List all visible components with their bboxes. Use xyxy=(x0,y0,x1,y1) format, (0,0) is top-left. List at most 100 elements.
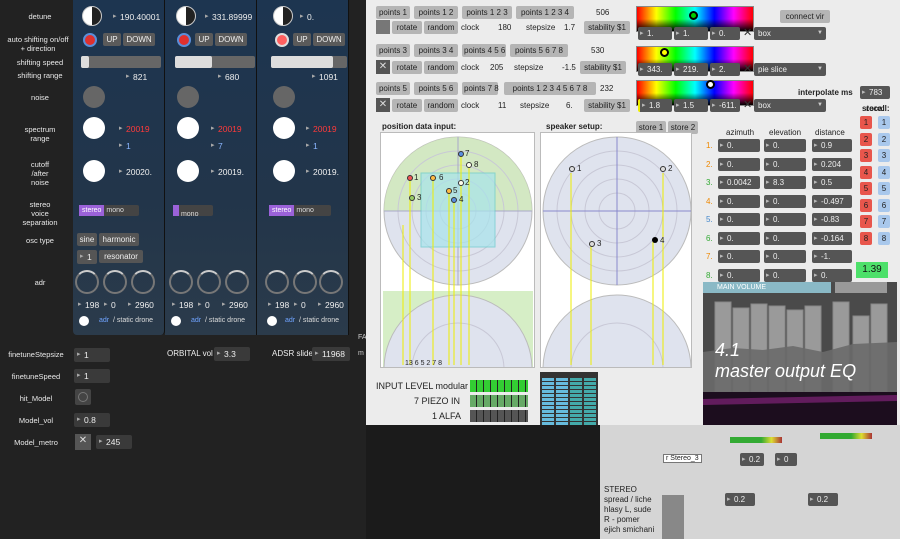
speaker-elevation[interactable]: 0. xyxy=(764,139,806,152)
down-button[interactable]: DOWN xyxy=(313,33,345,46)
patch-value-2[interactable]: 0 xyxy=(775,453,797,466)
spectrum-value-2[interactable]: 7 xyxy=(208,139,238,153)
patch-slider[interactable] xyxy=(662,495,684,539)
speaker-panel[interactable]: 1 2 3 4 xyxy=(540,132,692,368)
release-value[interactable]: 2960 xyxy=(219,298,249,312)
speaker-distance[interactable]: 0.204 xyxy=(812,157,852,171)
position-points[interactable]: 7 8 1 6 2 5 3 4 xyxy=(381,133,534,293)
stereo-mono-toggle[interactable]: stereo mono xyxy=(79,205,139,216)
cutoff-dial[interactable] xyxy=(83,160,105,182)
shape-select-3[interactable]: box xyxy=(754,99,826,112)
speaker-azimuth[interactable]: 0. xyxy=(718,213,760,226)
points-button[interactable]: points 1 2 xyxy=(414,6,458,19)
color-row3-c[interactable]: -611. xyxy=(710,99,740,112)
osc-harmonic[interactable]: harmonic xyxy=(99,233,139,246)
random-button-2[interactable]: random xyxy=(424,61,458,74)
store-slot-button[interactable]: 1 xyxy=(860,116,872,129)
adsr-slide-value[interactable]: 11968 xyxy=(312,347,350,361)
close-icon[interactable]: ✕ xyxy=(743,26,752,39)
point-8[interactable] xyxy=(466,162,472,168)
finetune-speed-value[interactable]: 1 xyxy=(74,369,110,383)
speaker-elevation[interactable]: 0. xyxy=(764,157,806,171)
stability-button-2[interactable]: stability $1 xyxy=(580,61,626,74)
point-4[interactable] xyxy=(451,197,457,203)
cutoff-value[interactable]: 20019. xyxy=(303,165,348,179)
points-button[interactable]: points 1 2 3 xyxy=(462,6,512,19)
recall-slot-button[interactable]: 3 xyxy=(878,149,890,162)
attack-knob[interactable] xyxy=(265,270,289,294)
store-slot-button[interactable]: 5 xyxy=(860,182,872,195)
shape-select-2[interactable]: pie slice xyxy=(754,63,826,76)
store-slot-button[interactable]: 2 xyxy=(860,132,872,146)
stereo-mono-toggle[interactable]: mono xyxy=(173,205,213,218)
finetune-stepsize-value[interactable]: 1 xyxy=(74,348,110,362)
up-button[interactable]: UP xyxy=(293,33,311,46)
color-picker-handle-3[interactable] xyxy=(706,80,715,89)
stereo-object[interactable]: r Stereo_3 xyxy=(663,454,702,463)
stepsize-value-2[interactable]: -1.5 xyxy=(562,63,576,72)
stereo-option[interactable]: stereo xyxy=(79,205,105,216)
shifting-speed-slider[interactable] xyxy=(175,56,255,68)
color-row3-b[interactable]: 1.5 xyxy=(674,99,708,112)
spectrum-dial[interactable] xyxy=(83,117,105,139)
random-button-1[interactable]: random xyxy=(424,21,458,34)
attack-value[interactable]: 198 xyxy=(265,298,289,312)
release-knob[interactable] xyxy=(131,270,155,294)
random-button-3[interactable]: random xyxy=(424,99,458,112)
point-7[interactable] xyxy=(458,151,464,157)
shifting-speed-slider[interactable] xyxy=(271,56,347,68)
speaker-distance[interactable]: 0.5 xyxy=(812,176,852,189)
rotate-toggle-3[interactable]: ✕ xyxy=(376,98,390,112)
model-vol-value[interactable]: 0.8 xyxy=(74,413,110,427)
speaker-elevation[interactable]: 8.3 xyxy=(764,176,806,189)
auto-shift-toggle[interactable] xyxy=(275,33,289,47)
speaker-azimuth[interactable]: 0.0042 xyxy=(718,176,760,189)
clock-value-3[interactable]: 11 xyxy=(498,101,506,110)
shifting-range-value[interactable]: 680 xyxy=(215,70,251,84)
mono-option[interactable]: mono xyxy=(106,207,124,214)
points-button[interactable]: points 5 6 xyxy=(414,82,458,95)
eq-panel[interactable]: MAIN VOLUME 4.1 master output EQ xyxy=(703,282,897,425)
model-metro-value[interactable]: 245 xyxy=(96,435,132,449)
hit-model-button[interactable] xyxy=(75,389,91,405)
decay-value[interactable]: 0 xyxy=(101,298,125,312)
color-row2-c[interactable]: 2. xyxy=(710,63,740,76)
osc-number[interactable]: 1 xyxy=(77,250,97,264)
speaker-azimuth[interactable]: 0. xyxy=(718,268,760,282)
detune-dial[interactable] xyxy=(176,6,196,26)
speaker-distance[interactable]: -1. xyxy=(812,250,852,263)
noise-knob[interactable] xyxy=(83,86,105,108)
down-button[interactable]: DOWN xyxy=(123,33,155,46)
points-button[interactable]: points 3 xyxy=(376,44,410,57)
store-slot-button[interactable]: 4 xyxy=(860,165,872,179)
point-2[interactable] xyxy=(458,180,464,186)
decay-value[interactable]: 0 xyxy=(291,298,315,312)
detune-value[interactable]: 190.40001 xyxy=(110,10,162,24)
point-5[interactable] xyxy=(446,188,452,194)
cutoff-dial[interactable] xyxy=(273,160,295,182)
release-knob[interactable] xyxy=(225,270,249,294)
position-panel[interactable]: 7 8 1 6 2 5 3 4 13 6 5 2 7 8 xyxy=(380,132,535,368)
color-row3-a[interactable]: 1.8 xyxy=(638,99,672,112)
color-picker-handle-2[interactable] xyxy=(660,48,669,57)
spectrum-value-2[interactable]: 1 xyxy=(303,139,333,153)
color-row1-c[interactable]: 0. xyxy=(710,27,740,40)
decay-knob[interactable] xyxy=(293,270,317,294)
points-button[interactable]: points 4 5 6 xyxy=(462,44,506,57)
mono-option[interactable]: mono xyxy=(296,207,314,214)
speaker-elevation[interactable]: 0. xyxy=(764,231,806,245)
mono-option[interactable]: mono xyxy=(181,211,199,218)
spectrum-value[interactable]: 20019 xyxy=(303,122,343,136)
clock-value-1[interactable]: 180 xyxy=(498,23,511,32)
recall-slot-button[interactable]: 8 xyxy=(878,231,890,245)
detune-dial[interactable] xyxy=(273,6,293,26)
points-button[interactable]: points 5 6 7 8 xyxy=(510,44,568,57)
speaker-elevation[interactable]: 0. xyxy=(764,194,806,208)
points-button[interactable]: points 1 2 3 4 5 6 7 8 xyxy=(504,82,596,95)
spectrum-dial[interactable] xyxy=(273,117,295,139)
release-value[interactable]: 2960 xyxy=(125,298,155,312)
shifting-range-value[interactable]: 1091 xyxy=(309,70,347,84)
adr-toggle[interactable] xyxy=(267,316,277,326)
adr-toggle[interactable] xyxy=(171,316,181,326)
stability-button-3[interactable]: stability $1 xyxy=(584,99,630,112)
